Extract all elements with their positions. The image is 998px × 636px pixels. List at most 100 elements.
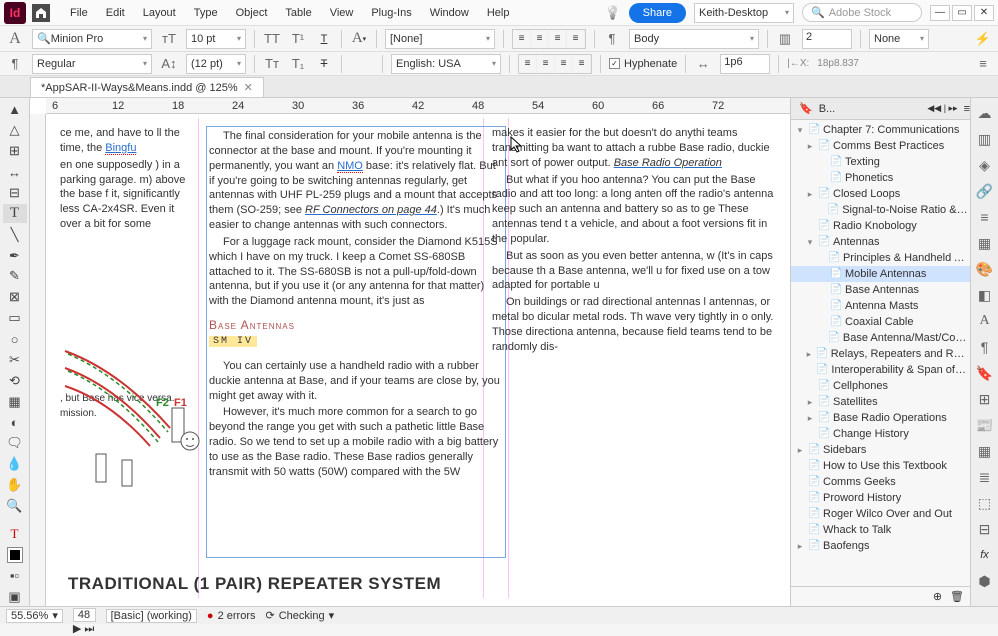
gradient-panel-icon[interactable]: ◧ bbox=[976, 286, 994, 304]
apply-color-icon[interactable]: ▪▫ bbox=[3, 566, 27, 585]
text-column-3[interactable]: makes it easier for the but doesn't do a… bbox=[492, 126, 782, 558]
gutter-field[interactable]: 1p6 bbox=[720, 54, 770, 74]
bingfu-link[interactable]: Bingfu bbox=[105, 142, 136, 155]
bookmark-item[interactable]: 📄How to Use this Textbook bbox=[791, 458, 970, 474]
para-icon[interactable]: ¶ bbox=[6, 55, 24, 73]
bookmark-item[interactable]: 📄Interoperability & Span of Control bbox=[791, 362, 970, 378]
hand-tool[interactable]: ✋ bbox=[3, 476, 27, 495]
fill-stroke-selected-icon[interactable]: T bbox=[3, 525, 27, 544]
links-panel-icon[interactable]: 🔗 bbox=[976, 182, 994, 200]
bookmark-item[interactable]: ▾📄Antennas bbox=[791, 234, 970, 250]
delete-bookmark-icon[interactable]: 🗑 bbox=[950, 590, 964, 603]
status-style[interactable]: [Basic] (working) bbox=[106, 609, 197, 623]
bookmark-item[interactable]: ▸📄Closed Loops bbox=[791, 186, 970, 202]
cc-libraries-icon[interactable]: ☁ bbox=[976, 104, 994, 122]
content-collector-tool[interactable]: ⊟ bbox=[3, 184, 27, 203]
bookmark-item[interactable]: 📄Texting bbox=[791, 154, 970, 170]
para-style-combo[interactable]: Body▾ bbox=[629, 29, 759, 49]
bookmarks-panel-tab[interactable]: 🔖 B... ◀◀ | ▸▸ ≡ bbox=[791, 98, 970, 120]
bookmark-item[interactable]: 📄Mobile Antennas bbox=[791, 266, 970, 282]
eyedropper-tool[interactable]: 💧 bbox=[3, 455, 27, 474]
bookmark-item[interactable]: 📄Comms Geeks bbox=[791, 474, 970, 490]
effects-panel-icon[interactable]: fx bbox=[976, 546, 994, 564]
bookmark-item[interactable]: ▸📄Comms Best Practices bbox=[791, 138, 970, 154]
align-center-icon[interactable]: ≡ bbox=[531, 30, 549, 48]
pages-panel-icon[interactable]: ▥ bbox=[976, 130, 994, 148]
view-mode-icon[interactable]: ▣ bbox=[3, 587, 27, 606]
bookmark-item[interactable]: 📄Change History bbox=[791, 426, 970, 442]
allcaps-icon[interactable]: TT bbox=[263, 30, 281, 48]
bookmark-item[interactable]: ▾📄Chapter 7: Communications bbox=[791, 122, 970, 138]
strike-icon[interactable]: T bbox=[315, 55, 333, 73]
align-justify-icon[interactable]: ≡ bbox=[567, 30, 585, 48]
font-weight-combo[interactable]: Regular▾ bbox=[32, 54, 152, 74]
nmo-link[interactable]: NMO bbox=[337, 160, 363, 173]
smallcaps-icon[interactable]: Tᴛ bbox=[263, 55, 281, 73]
bookmarks-list[interactable]: ▾📄Chapter 7: Communications▸📄Comms Best … bbox=[791, 120, 970, 586]
bookmark-item[interactable]: 📄Principles & Handheld Antennas bbox=[791, 250, 970, 266]
home-button[interactable] bbox=[32, 4, 50, 22]
help-hint-icon[interactable] bbox=[604, 5, 620, 21]
preflight-status[interactable]: ●2 errors bbox=[207, 610, 256, 622]
horizontal-ruler[interactable]: 61218243036424854606672 bbox=[46, 98, 790, 114]
bookmark-item[interactable]: ▸📄Baofengs bbox=[791, 538, 970, 554]
layers-panel-icon[interactable]: ◈ bbox=[976, 156, 994, 174]
bookmark-item[interactable]: ▸📄Satellites bbox=[791, 394, 970, 410]
col-rule-combo[interactable]: None▾ bbox=[869, 29, 929, 49]
zoom-combo[interactable]: 55.56% ▾ bbox=[6, 609, 63, 623]
direct-selection-tool[interactable]: △ bbox=[3, 121, 27, 140]
rectangle-frame-tool[interactable]: ⊠ bbox=[3, 288, 27, 307]
bookmark-item[interactable]: 📄Base Antennas bbox=[791, 282, 970, 298]
align-right-icon[interactable]: ≡ bbox=[549, 30, 567, 48]
menu-object[interactable]: Object bbox=[228, 3, 276, 23]
new-bookmark-icon[interactable]: ⊕ bbox=[933, 590, 942, 603]
free-transform-tool[interactable]: ⟲ bbox=[3, 371, 27, 390]
menu-type[interactable]: Type bbox=[186, 3, 226, 23]
character-panel-icon[interactable]: A bbox=[976, 312, 994, 330]
bookmark-item[interactable]: ▸📄Relays, Repeaters and Retransmit... bbox=[791, 346, 970, 362]
panel-menu-icon[interactable]: ≡ bbox=[974, 55, 992, 73]
line-tool[interactable]: ╲ bbox=[3, 225, 27, 244]
page-spread[interactable]: ce me, and have to ll the time, the Bing… bbox=[60, 118, 782, 598]
pencil-tool[interactable]: ✎ bbox=[3, 267, 27, 286]
story-panel-icon[interactable]: 📰 bbox=[976, 416, 994, 434]
bookmark-item[interactable]: 📄Phonetics bbox=[791, 170, 970, 186]
bookmark-item[interactable]: 📄Radio Knobology bbox=[791, 218, 970, 234]
menu-edit[interactable]: Edit bbox=[98, 3, 133, 23]
zoom-tool[interactable]: 🔍 bbox=[3, 497, 27, 516]
ellipse-tool[interactable]: ○ bbox=[3, 330, 27, 349]
maximize-button[interactable]: ▭ bbox=[952, 5, 972, 21]
document-tab[interactable]: *AppSAR-II-Ways&Means.indd @ 125%✕ bbox=[30, 77, 264, 97]
align-panel-icon[interactable]: ⊟ bbox=[976, 520, 994, 538]
close-button[interactable]: ✕ bbox=[974, 5, 994, 21]
quick-apply-icon[interactable]: ⚡ bbox=[974, 30, 992, 48]
share-button[interactable]: Share bbox=[629, 3, 686, 23]
font-family-combo[interactable]: 🔍 Minion Pro▾ bbox=[32, 29, 152, 49]
document-canvas[interactable]: 61218243036424854606672 ce me, and have … bbox=[30, 98, 790, 606]
bookmark-item[interactable]: 📄Whack to Talk bbox=[791, 522, 970, 538]
menu-layout[interactable]: Layout bbox=[135, 3, 184, 23]
gradient-swatch-tool[interactable]: ▦ bbox=[3, 392, 27, 411]
bookmark-item[interactable]: 📄Roger Wilco Over and Out bbox=[791, 506, 970, 522]
fill-stroke-swap[interactable] bbox=[3, 546, 27, 565]
bookmark-item[interactable]: ▸📄Base Radio Operations bbox=[791, 410, 970, 426]
type-tool[interactable]: T bbox=[3, 204, 27, 223]
superscript-icon[interactable]: T¹ bbox=[289, 30, 307, 48]
para-format-icon[interactable]: ¶ bbox=[603, 30, 621, 48]
text-column-2[interactable]: The final consideration for your mobile … bbox=[206, 126, 506, 558]
char-format-icon[interactable]: A bbox=[6, 30, 24, 48]
columns-field[interactable]: 2 bbox=[802, 29, 852, 49]
bookmark-item[interactable]: 📄Cellphones bbox=[791, 378, 970, 394]
menu-plug-ins[interactable]: Plug-Ins bbox=[363, 3, 419, 23]
char-style-combo[interactable]: [None]▾ bbox=[385, 29, 495, 49]
pen-tool[interactable]: ✒ bbox=[3, 246, 27, 265]
base-radio-link[interactable]: Base Radio Operation bbox=[614, 157, 722, 169]
menu-file[interactable]: File bbox=[62, 3, 96, 23]
font-size-combo[interactable]: 10 pt▾ bbox=[186, 29, 246, 49]
rectangle-tool[interactable]: ▭ bbox=[3, 309, 27, 328]
bookmark-item[interactable]: 📄Coaxial Cable bbox=[791, 314, 970, 330]
fill-color-icon[interactable]: A▾ bbox=[350, 30, 368, 48]
bookmark-item[interactable]: 📄Antenna Masts bbox=[791, 298, 970, 314]
note-tool[interactable]: 🗨 bbox=[3, 434, 27, 453]
page-tool[interactable]: ⊞ bbox=[3, 142, 27, 161]
